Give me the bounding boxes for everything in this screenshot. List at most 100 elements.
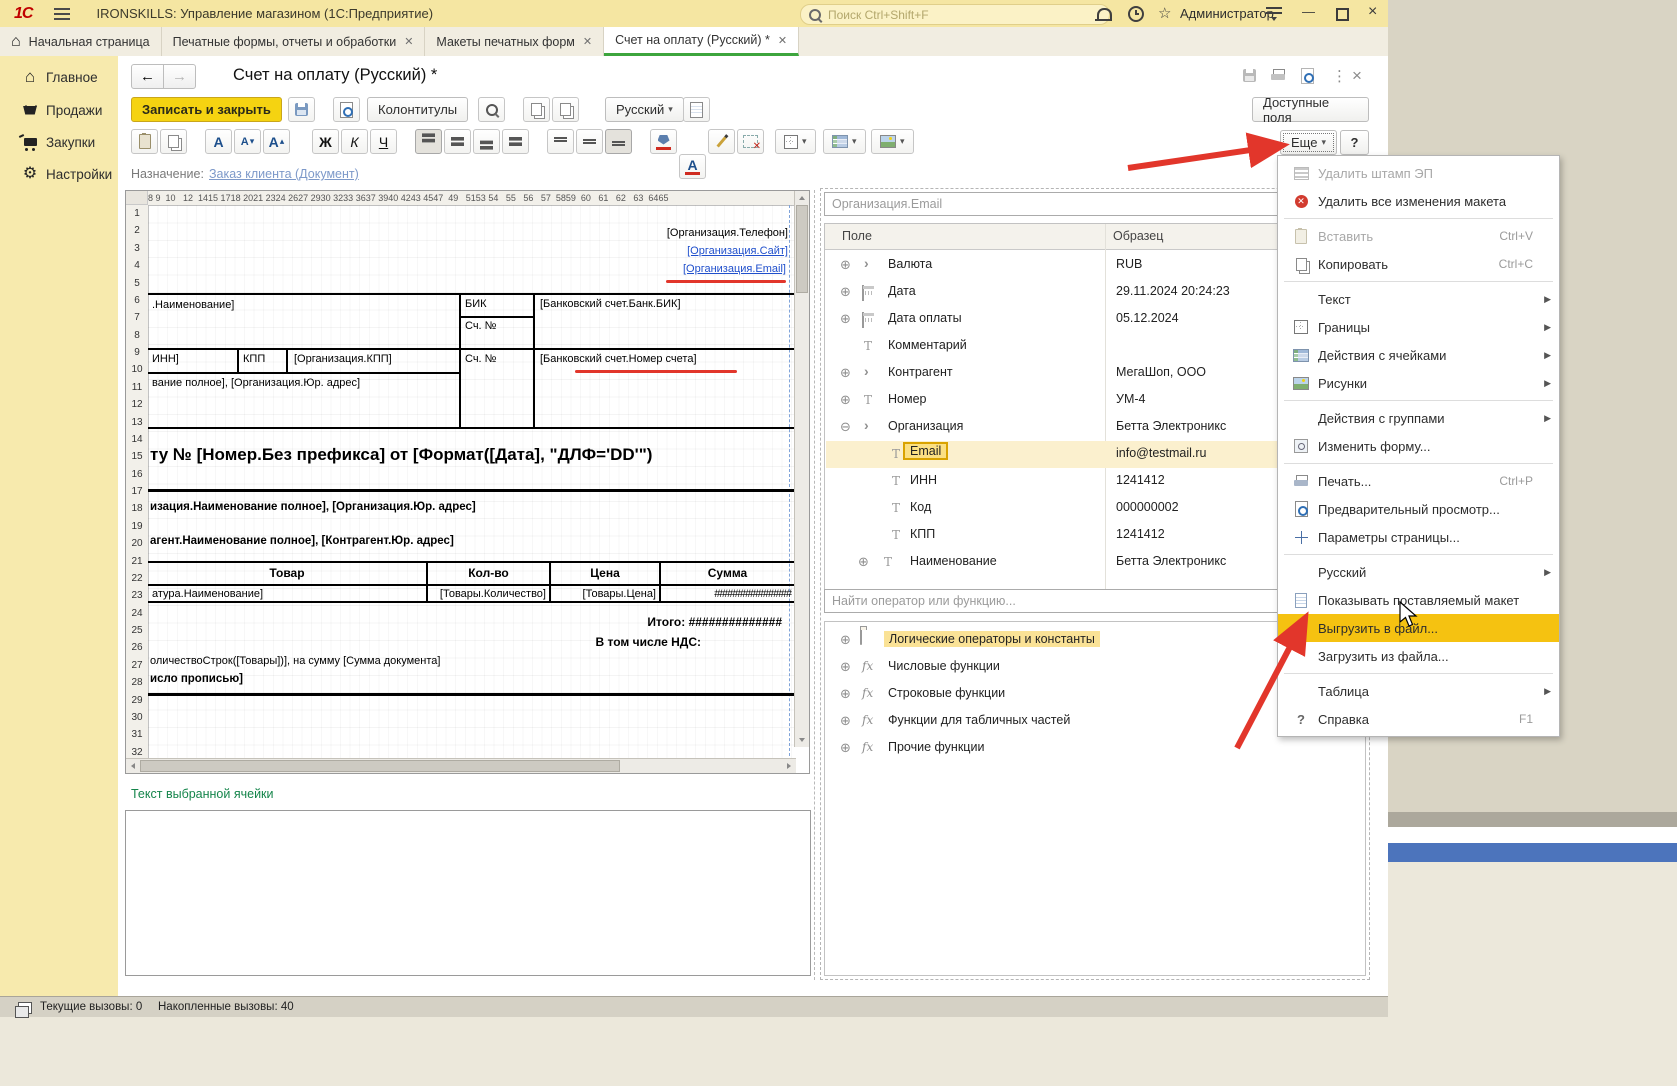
sheet-cell-bank-name[interactable]: .Наименование] [152, 299, 234, 311]
headers-footers-button[interactable]: Колонтитулы [367, 97, 468, 122]
menu-item-borders[interactable]: Границы ▶ [1278, 313, 1559, 341]
selected-cell-text-area[interactable] [125, 810, 811, 976]
valign-middle-button[interactable] [576, 129, 603, 154]
favorites-star-icon[interactable]: ☆ [1158, 4, 1171, 22]
underline-button[interactable]: Ч [370, 129, 397, 154]
forward-button[interactable]: → [163, 64, 196, 89]
expand-icon[interactable]: ⊕ [840, 365, 851, 381]
sheet-cell-bik-label[interactable]: БИК [465, 298, 487, 310]
align-center-button[interactable] [444, 129, 471, 154]
help-button[interactable]: ? [1340, 130, 1369, 155]
menu-item-table[interactable]: Таблица ▶ [1278, 677, 1559, 705]
menu-item-page-setup[interactable]: Параметры страницы... [1278, 523, 1559, 551]
more-button[interactable]: Еще ▾ [1280, 130, 1337, 155]
align-left-button[interactable] [415, 129, 442, 154]
th-product[interactable]: Товар [148, 566, 426, 580]
sheet-cell-kpp-label[interactable]: КПП [243, 353, 265, 365]
italic-button[interactable]: К [341, 129, 368, 154]
print-preview-button[interactable] [333, 97, 360, 122]
valign-top-button[interactable] [547, 129, 574, 154]
expand-icon[interactable]: ⊕ [840, 713, 851, 729]
menu-item-show-supplied-layout[interactable]: Показывать поставляемый макет [1278, 586, 1559, 614]
sheet-cell-account-label2[interactable]: Сч. № [465, 353, 496, 365]
column-sample[interactable]: Образец [1113, 229, 1163, 243]
preview-icon[interactable] [1301, 68, 1314, 84]
save-and-close-button[interactable]: Записать и закрыть [131, 97, 282, 122]
menu-item-copy[interactable]: Копировать Ctrl+C [1278, 250, 1559, 278]
border-color-button[interactable] [708, 129, 735, 154]
sheet-cell-account-label1[interactable]: Сч. № [465, 320, 496, 332]
expand-icon[interactable]: ⊕ [858, 554, 869, 570]
sheet-grid[interactable]: [Организация.Телефон] [Организация.Сайт]… [148, 205, 794, 761]
tab-close-icon[interactable]: ✕ [778, 34, 787, 47]
menu-item-edit-form[interactable]: Изменить форму... [1278, 432, 1559, 460]
sheet-cell-rows-count[interactable]: оличествоСтрок([Товары])], на сумму [Сум… [150, 655, 440, 667]
save-button[interactable] [288, 97, 315, 122]
menu-item-language[interactable]: Русский ▶ [1278, 558, 1559, 586]
paste-format-button[interactable] [552, 97, 579, 122]
sheet-cell-invoice-title[interactable]: ту № [Номер.Без префикса] от [Формат([Да… [150, 445, 794, 465]
menu-item-preview[interactable]: Предварительный просмотр... [1278, 495, 1559, 523]
sidebar-item-settings[interactable]: ⚙ Настройки [0, 161, 118, 187]
sidebar-item-main[interactable]: ⌂ Главное [0, 64, 118, 90]
menu-item-export-to-file[interactable]: Выгрузить в файл... [1278, 614, 1559, 642]
close-document-icon[interactable]: × [1352, 66, 1362, 86]
vertical-scrollbar[interactable] [794, 191, 809, 747]
row-product[interactable]: атура.Наименование] [152, 588, 263, 600]
hscroll-thumb[interactable] [140, 760, 620, 772]
sheet-cell-org-fullname[interactable]: вание полное], [Организация.Юр. адрес] [152, 377, 360, 389]
tab-layouts[interactable]: Макеты печатных форм ✕ [425, 27, 604, 56]
panel-splitter[interactable] [814, 190, 815, 980]
paste-button[interactable] [131, 129, 158, 154]
font-color-button[interactable]: A [679, 154, 706, 179]
font-button[interactable]: А [205, 129, 232, 154]
sheet-cell-email[interactable]: [Организация.Email] [683, 263, 786, 275]
bold-button[interactable]: Ж [312, 129, 339, 154]
expand-icon[interactable]: ⊕ [840, 686, 851, 702]
valign-bottom-button[interactable] [605, 129, 632, 154]
function-group-other[interactable]: ⊕ fx Прочие функции [826, 735, 1364, 762]
copy-button[interactable] [160, 129, 187, 154]
spreadsheet-editor[interactable]: 8 9 10 12 1415 1718 2021 2324 2627 2930 … [125, 190, 810, 774]
user-name[interactable]: Администратор [1180, 6, 1274, 21]
horizontal-scrollbar[interactable] [126, 758, 796, 773]
tab-close-icon[interactable]: ✕ [583, 35, 592, 48]
expand-icon[interactable]: ⊕ [840, 740, 851, 756]
expand-icon[interactable]: ⊕ [840, 659, 851, 675]
zoom-button[interactable] [478, 97, 505, 122]
clear-cells-button[interactable] [737, 129, 764, 154]
sheet-cell-kpp-value[interactable]: [Организация.КПП] [294, 353, 392, 365]
tab-close-icon[interactable]: ✕ [404, 35, 413, 48]
th-price[interactable]: Цена [551, 566, 659, 580]
collapse-icon[interactable]: ⊖ [840, 419, 851, 435]
picture-dropdown[interactable]: ▾ [871, 129, 914, 154]
menu-item-paste[interactable]: Вставить Ctrl+V [1278, 222, 1559, 250]
kebab-menu-icon[interactable]: ⋮ [1332, 67, 1347, 85]
expand-icon[interactable]: ⊕ [840, 311, 851, 327]
language-dropdown[interactable]: Русский ▾ [605, 97, 684, 122]
available-fields-button[interactable]: Доступные поля [1252, 97, 1369, 122]
menu-item-text[interactable]: Текст ▶ [1278, 285, 1559, 313]
sidebar-item-sales[interactable]: Продажи [0, 97, 118, 123]
column-field[interactable]: Поле [842, 229, 872, 243]
menu-item-load-from-file[interactable]: Загрузить из файла... [1278, 642, 1559, 670]
sheet-cell-account-value[interactable]: [Банковский счет.Номер счета] [540, 353, 697, 365]
column-headers[interactable]: 8 9 10 12 1415 1718 2021 2324 2627 2930 … [148, 191, 794, 206]
service-menu-icon[interactable] [1266, 7, 1282, 15]
sidebar-item-purchases[interactable]: Закупки [0, 129, 118, 155]
tab-print-forms[interactable]: Печатные формы, отчеты и обработки ✕ [162, 27, 426, 56]
th-qty[interactable]: Кол-во [428, 566, 549, 580]
th-sum[interactable]: Сумма [661, 566, 794, 580]
close-window-button[interactable]: × [1368, 3, 1377, 21]
sheet-cell-inn[interactable]: ИНН] [152, 353, 179, 365]
sheet-cell-supplier[interactable]: изация.Наименование полное], [Организаци… [150, 501, 476, 513]
tab-home[interactable]: ⌂ Начальная страница [0, 27, 162, 56]
row-headers[interactable]: 1 2 3 4 5 6 7 8 9 10 11 12 13 14 15 16 1… [126, 205, 149, 761]
copy-format-button[interactable] [523, 97, 550, 122]
sheet-cell-bik-value[interactable]: [Банковский счет.Банк.БИК] [540, 298, 681, 310]
font-bigger-button[interactable]: А▴ [263, 129, 290, 154]
expand-icon[interactable]: ⊕ [840, 392, 851, 408]
align-right-button[interactable] [473, 129, 500, 154]
assignment-link[interactable]: Заказ клиента (Документ) [209, 167, 359, 181]
save-icon[interactable] [1243, 69, 1256, 82]
